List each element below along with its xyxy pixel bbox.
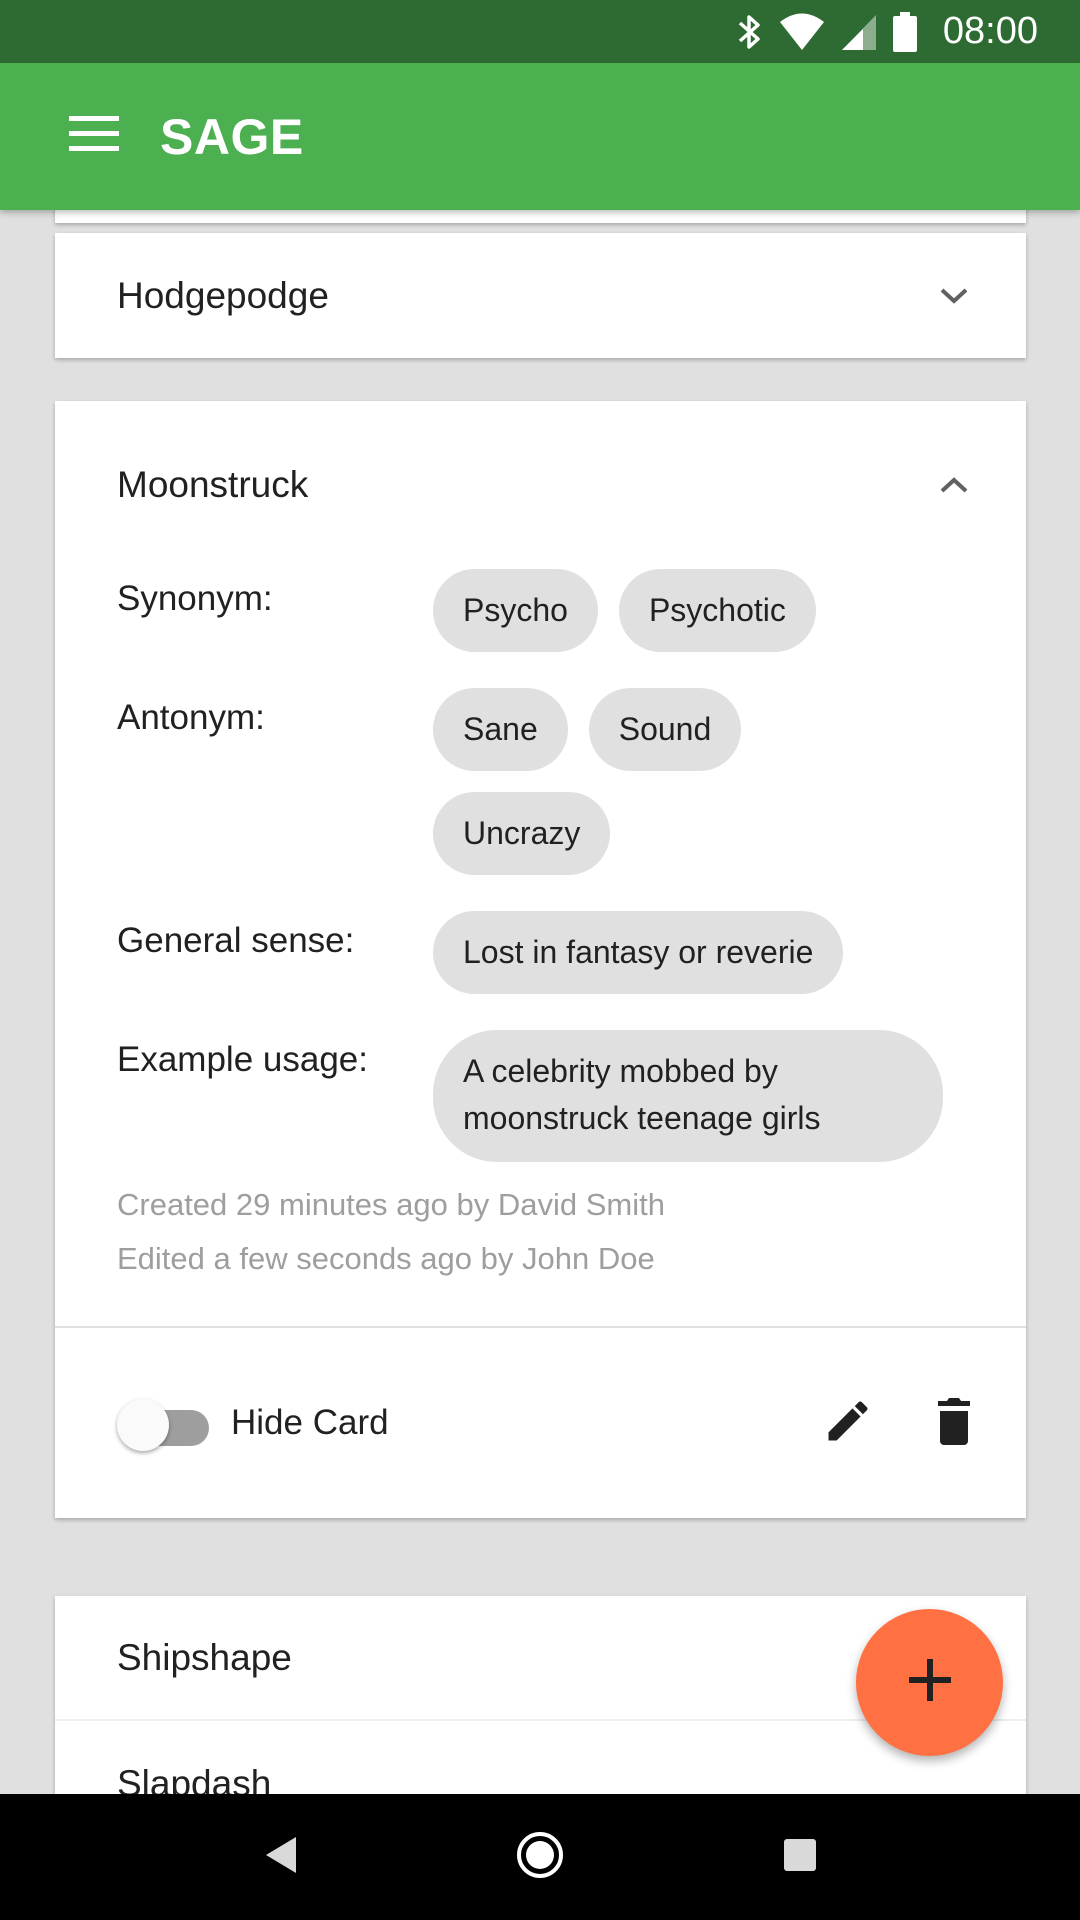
hide-card-label: Hide Card — [231, 1403, 389, 1442]
chevron-down-icon[interactable] — [934, 1783, 974, 1794]
antonym-row: Antonym: Sane Sound Uncrazy — [55, 688, 1026, 875]
system-nav-bar — [0, 1794, 1080, 1920]
example-usage-label: Example usage: — [117, 1040, 368, 1079]
card-moonstruck[interactable]: Moonstruck Synonym: Psycho Psychotic Ant… — [55, 401, 1026, 1518]
general-sense-chip[interactable]: Lost in fantasy or reverie — [433, 911, 844, 994]
home-icon — [515, 1830, 565, 1885]
add-button[interactable] — [856, 1609, 1003, 1756]
signal-icon — [841, 13, 877, 51]
delete-button[interactable] — [922, 1391, 986, 1455]
status-time: 08:00 — [942, 10, 1038, 52]
status-bar: 08:00 — [0, 0, 1080, 63]
chevron-up-icon[interactable] — [934, 465, 974, 505]
home-button[interactable] — [500, 1817, 580, 1897]
battery-icon — [892, 11, 917, 52]
back-button[interactable] — [240, 1817, 320, 1897]
edited-info: Edited a few seconds ago by John Doe — [117, 1241, 655, 1276]
synonym-chip[interactable]: Psychotic — [618, 569, 816, 652]
trash-icon — [930, 1394, 978, 1453]
recents-icon — [783, 1838, 817, 1877]
general-sense-row: General sense: Lost in fantasy or reveri… — [55, 911, 1026, 994]
app-bar: SAGE — [0, 63, 1080, 210]
general-sense-label: General sense: — [117, 921, 355, 960]
created-info: Created 29 minutes ago by David Smith — [117, 1187, 665, 1222]
synonym-row: Synonym: Psycho Psychotic — [55, 569, 1026, 652]
menu-icon — [69, 116, 119, 157]
example-usage-row: Example usage: A celebrity mobbed by moo… — [55, 1030, 1026, 1162]
card-word: Shipshape — [117, 1636, 292, 1678]
antonym-chip[interactable]: Sane — [433, 688, 568, 771]
hide-card-toggle[interactable] — [117, 1393, 213, 1453]
recents-button[interactable] — [760, 1817, 840, 1897]
wifi-icon — [779, 13, 825, 51]
antonym-label: Antonym: — [117, 698, 265, 737]
bluetooth-icon — [737, 12, 763, 52]
card-word: Hodgepodge — [117, 274, 329, 316]
card-header[interactable]: Moonstruck — [55, 401, 1026, 569]
card-word: Slapdash — [117, 1762, 272, 1795]
pencil-icon — [822, 1395, 874, 1452]
back-icon — [262, 1835, 298, 1880]
card-actions: Hide Card — [55, 1328, 1026, 1518]
card-list[interactable]: Hodgepodge Moonstruck Synonym: Psycho Ps… — [0, 210, 1080, 1794]
antonym-chip[interactable]: Sound — [588, 688, 742, 771]
card-hodgepodge[interactable]: Hodgepodge — [55, 233, 1026, 358]
card-word: Moonstruck — [117, 464, 309, 505]
plus-icon — [908, 1659, 951, 1706]
toggle-thumb — [117, 1399, 169, 1451]
previous-card[interactable] — [55, 210, 1026, 223]
synonym-label: Synonym: — [117, 579, 273, 618]
chevron-down-icon[interactable] — [934, 276, 974, 316]
app-title: SAGE — [160, 108, 304, 165]
edit-button[interactable] — [816, 1391, 880, 1455]
card-header[interactable]: Hodgepodge — [55, 233, 1026, 358]
menu-button[interactable] — [60, 103, 128, 171]
antonym-chip[interactable]: Uncrazy — [433, 792, 611, 875]
synonym-chip[interactable]: Psycho — [433, 569, 598, 652]
example-usage-chip[interactable]: A celebrity mobbed by moonstruck teenage… — [433, 1030, 943, 1162]
